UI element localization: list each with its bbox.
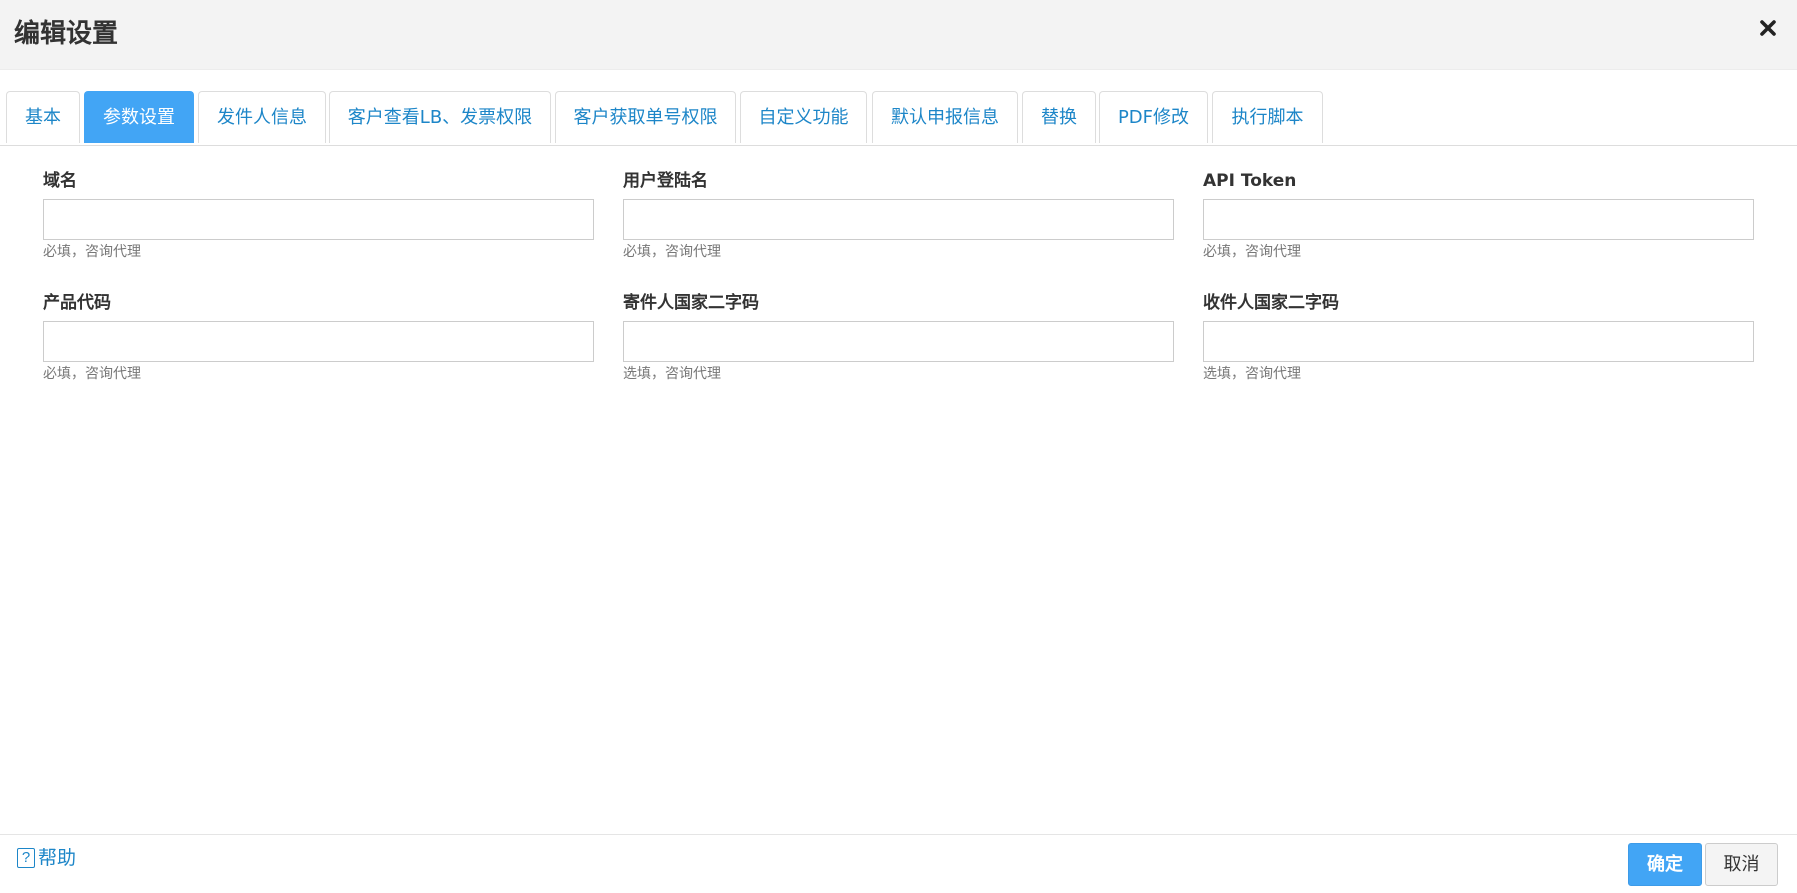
confirm-button[interactable]: 确定 (1628, 843, 1702, 886)
sender-country-label: 寄件人国家二字码 (623, 293, 759, 313)
recipient-country-hint: 选填，咨询代理 (1203, 366, 1301, 382)
dialog-footer: ? 帮助 确定 取消 (0, 834, 1797, 893)
api-token-label: API Token (1203, 171, 1297, 191)
tab-replace[interactable]: 替换 (1022, 91, 1096, 143)
help-icon: ? (17, 848, 35, 868)
tab-basic[interactable]: 基本 (6, 91, 80, 143)
tab-customer-view-permission[interactable]: 客户查看LB、发票权限 (329, 91, 551, 143)
domain-label: 域名 (43, 171, 77, 191)
dialog-header: 编辑设置 (0, 0, 1797, 70)
domain-input[interactable] (43, 199, 594, 240)
tab-parameter-settings[interactable]: 参数设置 (84, 91, 194, 143)
recipient-country-label: 收件人国家二字码 (1203, 293, 1339, 313)
tab-default-declaration[interactable]: 默认申报信息 (872, 91, 1018, 143)
recipient-country-input[interactable] (1203, 321, 1754, 362)
username-hint: 必填，咨询代理 (623, 244, 721, 260)
username-input[interactable] (623, 199, 1174, 240)
help-link[interactable]: ? 帮助 (17, 846, 76, 870)
tab-pdf-edit[interactable]: PDF修改 (1099, 91, 1208, 143)
api-token-hint: 必填，咨询代理 (1203, 244, 1301, 260)
close-icon[interactable] (1757, 17, 1779, 39)
product-code-label: 产品代码 (43, 293, 111, 313)
sender-country-hint: 选填，咨询代理 (623, 366, 721, 382)
tab-custom-functions[interactable]: 自定义功能 (740, 91, 867, 143)
sender-country-input[interactable] (623, 321, 1174, 362)
settings-tabs: 基本 参数设置 发件人信息 客户查看LB、发票权限 客户获取单号权限 自定义功能… (0, 91, 1797, 146)
dialog-title: 编辑设置 (14, 19, 119, 49)
api-token-input[interactable] (1203, 199, 1754, 240)
edit-settings-dialog: 编辑设置 基本 参数设置 发件人信息 客户查看LB、发票权限 客户获取单号权限 … (0, 0, 1797, 893)
cancel-button[interactable]: 取消 (1705, 843, 1778, 886)
product-code-input[interactable] (43, 321, 594, 362)
help-label: 帮助 (38, 847, 77, 869)
tab-customer-tracking-permission[interactable]: 客户获取单号权限 (555, 91, 736, 143)
domain-hint: 必填，咨询代理 (43, 244, 141, 260)
product-code-hint: 必填，咨询代理 (43, 366, 141, 382)
username-label: 用户登陆名 (623, 171, 708, 191)
tab-run-script[interactable]: 执行脚本 (1212, 91, 1323, 143)
tab-sender-info[interactable]: 发件人信息 (198, 91, 326, 143)
